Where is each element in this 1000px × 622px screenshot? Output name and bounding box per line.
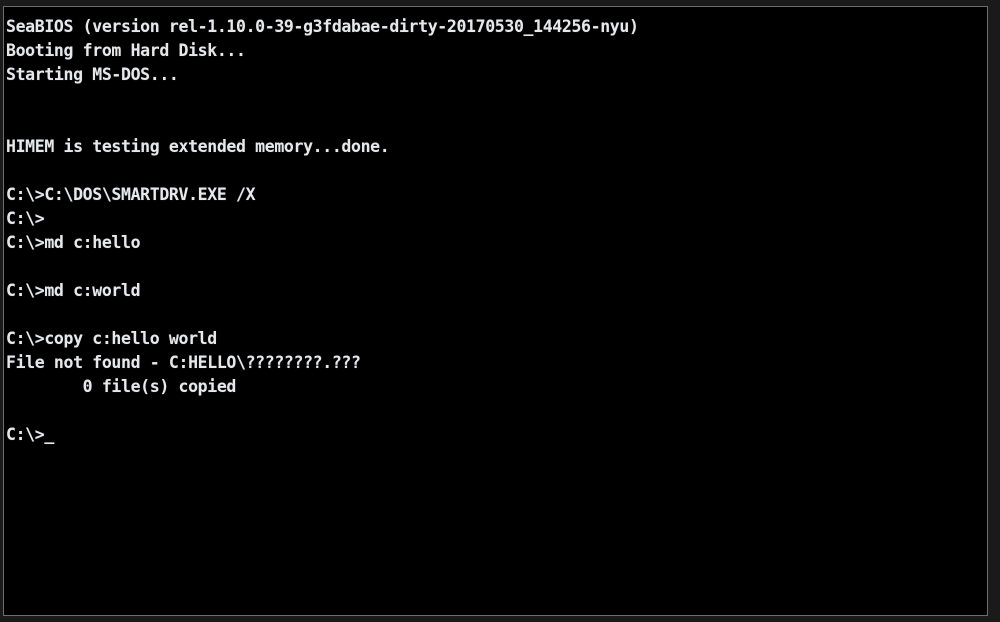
console-line-starting-msdos: Starting MS-DOS...: [6, 65, 179, 84]
console-line-blank-2: [6, 111, 987, 135]
dos-console[interactable]: SeaBIOS (version rel-1.10.0-39-g3fdabae-…: [4, 7, 987, 615]
console-line-cmd-smartdrv: C:\>C:\DOS\SMARTDRV.EXE /X: [6, 185, 256, 204]
console-line-blank-5: [6, 303, 987, 327]
console-line-blank-6: [6, 399, 987, 423]
console-line-prompt-empty: C:\>: [6, 209, 45, 228]
console-line-bios-banner: SeaBIOS (version rel-1.10.0-39-g3fdabae-…: [6, 17, 639, 36]
console-line-error-file-not-found: File not found - C:HELLO\????????.???: [6, 353, 361, 372]
console-line-blank-3: [6, 159, 987, 183]
console-line-cmd-md-hello: C:\>md c:hello: [6, 233, 141, 252]
console-line-blank-4: [6, 255, 987, 279]
guest-screen-frame: SeaBIOS (version rel-1.10.0-39-g3fdabae-…: [3, 6, 988, 616]
console-line-blank-1: [6, 87, 987, 111]
console-line-himem-status: HIMEM is testing extended memory...done.: [6, 137, 390, 156]
console-line-cmd-md-world: C:\>md c:world: [6, 281, 141, 300]
console-line-boot-device: Booting from Hard Disk...: [6, 41, 246, 60]
console-line-cmd-copy: C:\>copy c:hello world: [6, 329, 217, 348]
console-line-prompt-active: C:\>_: [6, 425, 54, 444]
vm-window: SeaBIOS (version rel-1.10.0-39-g3fdabae-…: [0, 0, 1000, 622]
console-line-copy-count: 0 file(s) copied: [6, 377, 237, 396]
